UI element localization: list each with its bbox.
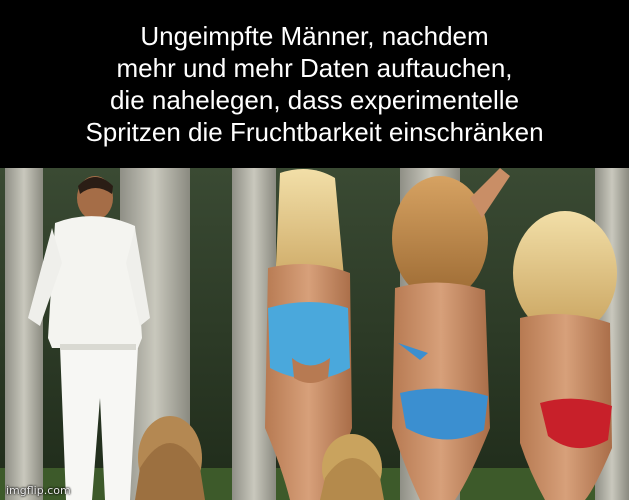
photo-illustration <box>0 168 629 500</box>
caption-text: Ungeimpfte Männer, nachdem mehr und mehr… <box>85 21 544 147</box>
meme-image: Ungeimpfte Männer, nachdem mehr und mehr… <box>0 0 629 500</box>
watermark: imgflip.com <box>6 484 71 497</box>
caption-area: Ungeimpfte Männer, nachdem mehr und mehr… <box>0 0 629 168</box>
palm-trunk-left <box>5 168 43 500</box>
photo <box>0 168 629 500</box>
woman-curly-blonde-red-bikini <box>513 211 617 500</box>
